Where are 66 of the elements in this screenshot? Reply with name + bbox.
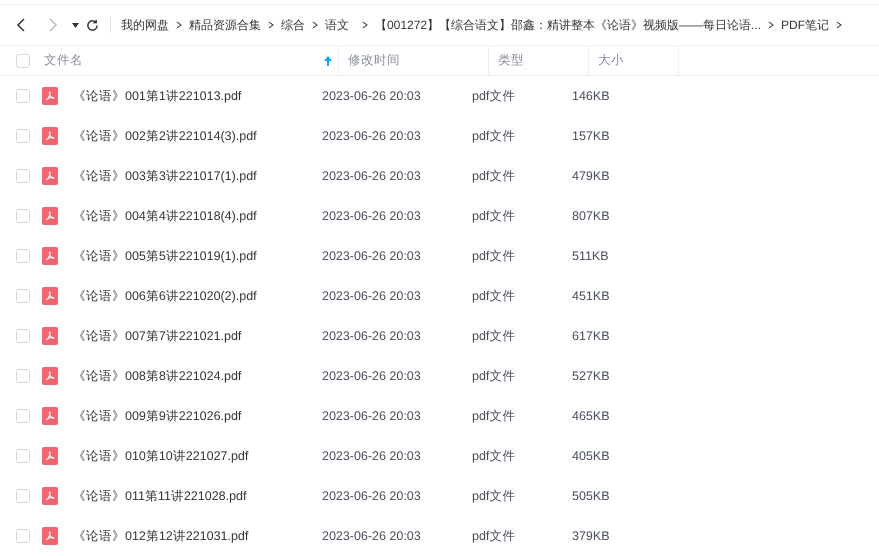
file-row[interactable]: 《论语》004第4讲221018(4).pdf 2023-06-26 20:03 pdf文件 807KB [0,196,879,236]
modified-time: 2023-06-26 20:03 [321,328,422,345]
breadcrumb-link[interactable]: 综合 [281,16,305,34]
file-name[interactable]: 《论语》003第3讲221017(1).pdf [73,166,257,186]
file-size: 617KB [571,328,611,345]
file-name[interactable]: 《论语》007第7讲221021.pdf [73,326,242,346]
file-row[interactable]: 《论语》011第11讲221028.pdf 2023-06-26 20:03 pdf文件 505KB [0,476,879,516]
file-type: pdf文件 [471,168,516,185]
file-size: 511KB [571,248,610,265]
file-type: pdf文件 [471,128,516,145]
modified-time: 2023-06-26 20:03 [321,368,422,385]
modified-time: 2023-06-26 20:03 [321,88,422,105]
file-type: pdf文件 [471,208,516,225]
file-type: pdf文件 [471,528,516,545]
file-row[interactable]: 《论语》009第9讲221026.pdf 2023-06-26 20:03 pdf文件 465KB [0,396,879,436]
file-row[interactable]: 《论语》012第12讲221031.pdf 2023-06-26 20:03 pdf文件 379KB [0,516,879,556]
file-size: 807KB [571,208,611,225]
file-name[interactable]: 《论语》011第11讲221028.pdf [73,486,246,506]
file-name[interactable]: 《论语》010第10讲221027.pdf [73,446,248,466]
file-row[interactable]: 《论语》010第10讲221027.pdf 2023-06-26 20:03 pdf文件 405KB [0,436,879,476]
file-name[interactable]: 《论语》009第9讲221026.pdf [73,406,242,426]
breadcrumb-link[interactable]: 【001272】【综合语文】邵鑫：精讲整本《论语》视频版——每日论语... [375,16,762,34]
file-type: pdf文件 [471,288,516,305]
modified-time: 2023-06-26 20:03 [321,408,422,425]
file-row[interactable]: 《论语》006第6讲221020(2).pdf 2023-06-26 20:03 pdf文件 451KB [0,276,879,316]
file-type: pdf文件 [471,368,516,385]
file-size: 505KB [571,488,611,505]
file-type: pdf文件 [471,88,516,105]
modified-time: 2023-06-26 20:03 [321,128,422,145]
file-size: 146KB [571,88,611,105]
file-name[interactable]: 《论语》004第4讲221018(4).pdf [73,206,257,226]
file-row[interactable]: 《论语》005第5讲221019(1).pdf 2023-06-26 20:03 pdf文件 511KB [0,236,879,276]
modified-time: 2023-06-26 20:03 [321,488,422,505]
modified-time: 2023-06-26 20:03 [321,248,422,265]
file-row[interactable]: 《论语》002第2讲221014(3).pdf 2023-06-26 20:03 pdf文件 157KB [0,116,879,156]
file-row[interactable]: 《论语》007第7讲221021.pdf 2023-06-26 20:03 pdf文件 617KB [0,316,879,356]
modified-time: 2023-06-26 20:03 [321,168,422,185]
file-name[interactable]: 《论语》006第6讲221020(2).pdf [73,286,257,306]
file-type: pdf文件 [471,448,516,465]
file-row[interactable]: 《论语》008第8讲221024.pdf 2023-06-26 20:03 pdf文件 527KB [0,356,879,396]
file-type: pdf文件 [471,408,516,425]
file-row[interactable]: 《论语》003第3讲221017(1).pdf 2023-06-26 20:03 pdf文件 479KB [0,156,879,196]
breadcrumb-link[interactable]: 语文 [325,16,349,34]
file-size: 465KB [571,408,611,425]
file-row[interactable]: 《论语》001第1讲221013.pdf 2023-06-26 20:03 pdf文件 146KB [0,76,879,116]
file-size: 479KB [571,168,611,185]
file-name[interactable]: 《论语》008第8讲221024.pdf [73,366,242,386]
modified-time: 2023-06-26 20:03 [321,288,422,305]
file-size: 405KB [571,448,611,465]
file-type: pdf文件 [471,328,516,345]
file-name[interactable]: 《论语》002第2讲221014(3).pdf [73,126,257,146]
file-size: 379KB [571,528,611,545]
modified-time: 2023-06-26 20:03 [321,208,422,225]
file-name[interactable]: 《论语》001第1讲221013.pdf [73,86,242,106]
breadcrumb-link[interactable]: PDF笔记 [781,16,830,34]
modified-time: 2023-06-26 20:03 [321,528,422,545]
file-name[interactable]: 《论语》012第12讲221031.pdf [73,526,248,546]
file-size: 157KB [571,128,611,145]
breadcrumb-link[interactable]: 精品资源合集 [189,16,261,34]
file-type: pdf文件 [471,488,516,505]
file-name[interactable]: 《论语》005第5讲221019(1).pdf [73,246,257,266]
modified-time: 2023-06-26 20:03 [321,448,422,465]
file-size: 451KB [571,288,611,305]
file-type: pdf文件 [471,248,516,265]
breadcrumb-link[interactable]: 我的网盘 [121,16,169,34]
file-size: 527KB [571,368,611,385]
